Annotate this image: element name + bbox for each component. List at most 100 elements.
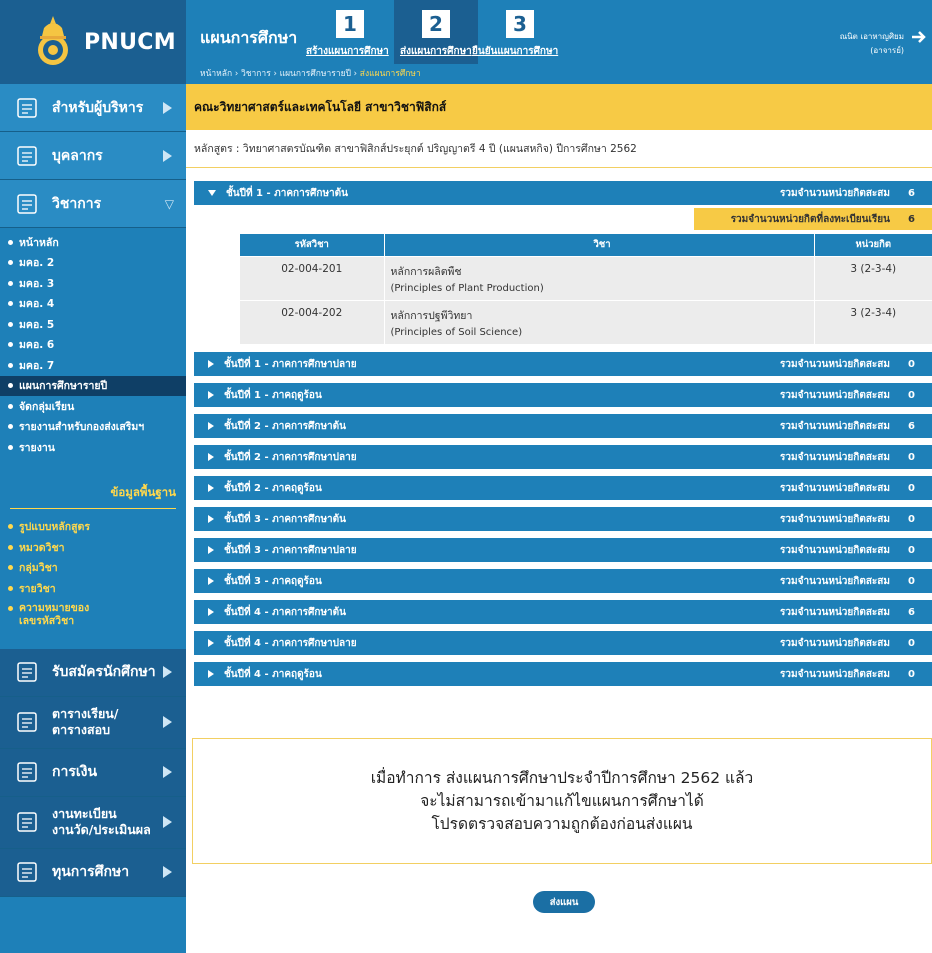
semester-header[interactable]: ชั้นปีที่ 3 - ภาคฤดูร้อน รวมจำนวนหน่วยกิต… [194, 569, 932, 593]
bullet-icon [8, 544, 13, 550]
semester-header[interactable]: ชั้นปีที่ 4 - ภาคการศึกษาต้น รวมจำนวนหน่ว… [194, 600, 932, 624]
submit-plan-button[interactable]: ส่งแผน [533, 891, 595, 913]
bullet-icon [8, 321, 13, 327]
bullet-icon [8, 280, 13, 286]
program-info: หลักสูตร : วิทยาศาสตรบัณฑิต สาขาฟิสิกส์ป… [186, 130, 932, 168]
person-icon [14, 142, 42, 170]
sidebar-subitem-label: รายงาน [19, 441, 55, 454]
sidebar-subitem-label: มคอ. 7 [19, 359, 55, 372]
sidebar-basic-label: รายวิชา [19, 580, 56, 597]
bullet-icon [8, 524, 13, 530]
sidebar-section[interactable]: ตารางเรียน/ตารางสอบ [0, 696, 186, 749]
semester-header[interactable]: ชั้นปีที่ 2 - ภาคการศึกษาปลาย รวมจำนวนหน่… [194, 445, 932, 469]
cumulative-credits-value: 0 [908, 544, 915, 556]
cumulative-credits-value: 6 [908, 606, 915, 618]
sidebar-subitem[interactable]: มคอ. 5 [0, 314, 186, 335]
sidebar-subitem[interactable]: รายงานสำหรับกองส่งเสริมฯ [0, 417, 186, 438]
sidebar-section-label: การเงิน [52, 764, 163, 780]
sidebar-section[interactable]: งานทะเบียน งานวัด/ประเมินผล [0, 796, 186, 849]
step-3[interactable]: 3 ยืนยันแผนการศึกษา [466, 0, 564, 64]
semester-name: ชั้นปีที่ 4 - ภาคฤดูร้อน [224, 668, 322, 680]
semester-header[interactable]: ชั้นปีที่ 1 - ภาคการศึกษาปลาย รวมจำนวนหน่… [194, 352, 932, 376]
faculty-heading: คณะวิทยาศาสตร์และเทคโนโลยี สาขาวิชาฟิสิก… [186, 84, 932, 130]
label-line: รูปแบบหลักสูตร [19, 521, 90, 534]
sidebar-basic-label: กลุ่มวิชา [19, 559, 58, 576]
semester-name: ชั้นปีที่ 4 - ภาคการศึกษาปลาย [224, 637, 357, 649]
semester-header[interactable]: ชั้นปีที่ 3 - ภาคการศึกษาต้น รวมจำนวนหน่ว… [194, 507, 932, 531]
step-1[interactable]: 1 สร้างแผนการศึกษา [300, 0, 395, 64]
label-line: บุคลากร [52, 147, 103, 164]
sidebar-subitem[interactable]: มคอ. 2 [0, 253, 186, 274]
sidebar-section[interactable]: ทุนการศึกษา [0, 848, 186, 897]
cumulative-credits-value: 0 [908, 451, 915, 463]
triangle-right-icon [208, 515, 214, 523]
course-name-en: (Principles of Soil Science) [390, 326, 523, 338]
label-line: ตารางสอบ [52, 722, 111, 737]
triangle-right-icon [163, 866, 172, 878]
semester-name: ชั้นปีที่ 1 - ภาคการศึกษาต้น [226, 187, 348, 199]
semester-header[interactable]: ชั้นปีที่ 1 - ภาคฤดูร้อน รวมจำนวนหน่วยกิต… [194, 383, 932, 407]
notice-line: เมื่อทำการ ส่งแผนการศึกษาประจำปีการศึกษา… [370, 768, 754, 787]
sidebar-subitem[interactable]: มคอ. 4 [0, 294, 186, 315]
label-line: งานทะเบียน [52, 806, 117, 821]
sidebar-basic-item[interactable]: รูปแบบหลักสูตร [0, 517, 186, 538]
sidebar-subitem-label: จัดกลุ่มเรียน [19, 400, 75, 413]
money-icon [14, 758, 42, 786]
semester-header[interactable]: ชั้นปีที่ 2 - ภาคฤดูร้อน รวมจำนวนหน่วยกิต… [194, 476, 932, 500]
sidebar-subitem[interactable]: หน้าหลัก [0, 232, 186, 253]
semester-header[interactable]: ชั้นปีที่ 3 - ภาคการศึกษาปลาย รวมจำนวนหน่… [194, 538, 932, 562]
sidebar-subitem[interactable]: จัดกลุ่มเรียน [0, 396, 186, 417]
sidebar-section-label: สำหรับผู้บริหาร [52, 100, 163, 116]
sidebar-section[interactable]: รับสมัครนักศึกษา [0, 648, 186, 697]
semester-header[interactable]: ชั้นปีที่ 4 - ภาคฤดูร้อน รวมจำนวนหน่วยกิต… [194, 662, 932, 686]
cumulative-credits-label: รวมจำนวนหน่วยกิตสะสม [780, 606, 890, 618]
breadcrumb-link[interactable]: แผนการศึกษารายปี [280, 69, 351, 79]
semester-name: ชั้นปีที่ 2 - ภาคการศึกษาปลาย [224, 451, 357, 463]
sidebar-subitem[interactable]: รายงาน [0, 437, 186, 458]
logo[interactable]: PNUCM [0, 0, 186, 84]
course-name-en: (Principles of Plant Production) [390, 282, 544, 294]
triangle-right-icon [208, 391, 214, 399]
semester-header[interactable]: ชั้นปีที่ 1 - ภาคการศึกษาต้น รวมจำนวนหน่ว… [194, 181, 932, 205]
course-code: 02-004-202 [240, 299, 385, 344]
semester-header[interactable]: ชั้นปีที่ 2 - ภาคการศึกษาต้น รวมจำนวนหน่ว… [194, 414, 932, 438]
sidebar-section[interactable]: บุคลากร [0, 132, 186, 180]
semester-header[interactable]: ชั้นปีที่ 4 - ภาคการศึกษาปลาย รวมจำนวนหน่… [194, 631, 932, 655]
breadcrumb-separator: › [270, 69, 280, 79]
semester-name: ชั้นปีที่ 2 - ภาคฤดูร้อน [224, 482, 322, 494]
sidebar-section[interactable]: สำหรับผู้บริหาร [0, 84, 186, 132]
logout-arrow-icon[interactable] [912, 30, 928, 44]
bullet-icon [8, 444, 13, 450]
sidebar-subitem-label: มคอ. 6 [19, 339, 55, 352]
sidebar-section-label: งานทะเบียน งานวัด/ประเมินผล [52, 806, 163, 838]
sidebar-basic-item[interactable]: หมวดวิชา [0, 537, 186, 558]
sidebar-subitem[interactable]: แผนการศึกษารายปี [0, 375, 186, 396]
basic-data-title: ข้อมูลพื้นฐาน [110, 484, 176, 499]
user-role: (อาจารย์) [870, 46, 904, 55]
course-credits: 3 (2-3-4) [814, 255, 932, 300]
registered-credits-bar: รวมจำนวนหน่วยกิตที่ลงทะเบียนเรียน 6 [694, 208, 932, 230]
sidebar-section[interactable]: การเงิน [0, 748, 186, 797]
sidebar-basic-item[interactable]: ความหมายของ เลขรหัสวิชา [0, 599, 186, 635]
label-line: รับสมัครนักศึกษา [52, 664, 156, 680]
sidebar-section[interactable]: วิชาการ ▽ [0, 180, 186, 228]
triangle-right-icon [208, 577, 214, 585]
sidebar-basic-item[interactable]: รายวิชา [0, 578, 186, 599]
breadcrumb-link[interactable]: วิชาการ [241, 69, 271, 79]
breadcrumb-link[interactable]: หน้าหลัก [200, 69, 232, 79]
sidebar-subitem[interactable]: มคอ. 3 [0, 273, 186, 294]
bullet-icon [8, 301, 13, 307]
sidebar-subitem[interactable]: มคอ. 7 [0, 355, 186, 376]
sidebar-subitem-label: หน้าหลัก [19, 236, 59, 249]
sidebar-section-label: รับสมัครนักศึกษา [52, 664, 163, 680]
sidebar-subitem[interactable]: มคอ. 6 [0, 335, 186, 356]
semester-name: ชั้นปีที่ 4 - ภาคการศึกษาต้น [224, 606, 346, 618]
cumulative-credits-label: รวมจำนวนหน่วยกิตสะสม [780, 358, 890, 370]
sidebar-basic-item[interactable]: กลุ่มวิชา [0, 558, 186, 579]
scholarship-icon [14, 858, 42, 886]
bullet-icon [8, 424, 13, 430]
notice-line: จะไม่สามารถเข้ามาแก้ไขแผนการศึกษาได้ [420, 791, 704, 810]
course-name-th: หลักการปฐพีวิทยา [390, 309, 473, 322]
column-header: หน่วยกิต [814, 234, 932, 256]
bullet-icon [8, 260, 13, 266]
